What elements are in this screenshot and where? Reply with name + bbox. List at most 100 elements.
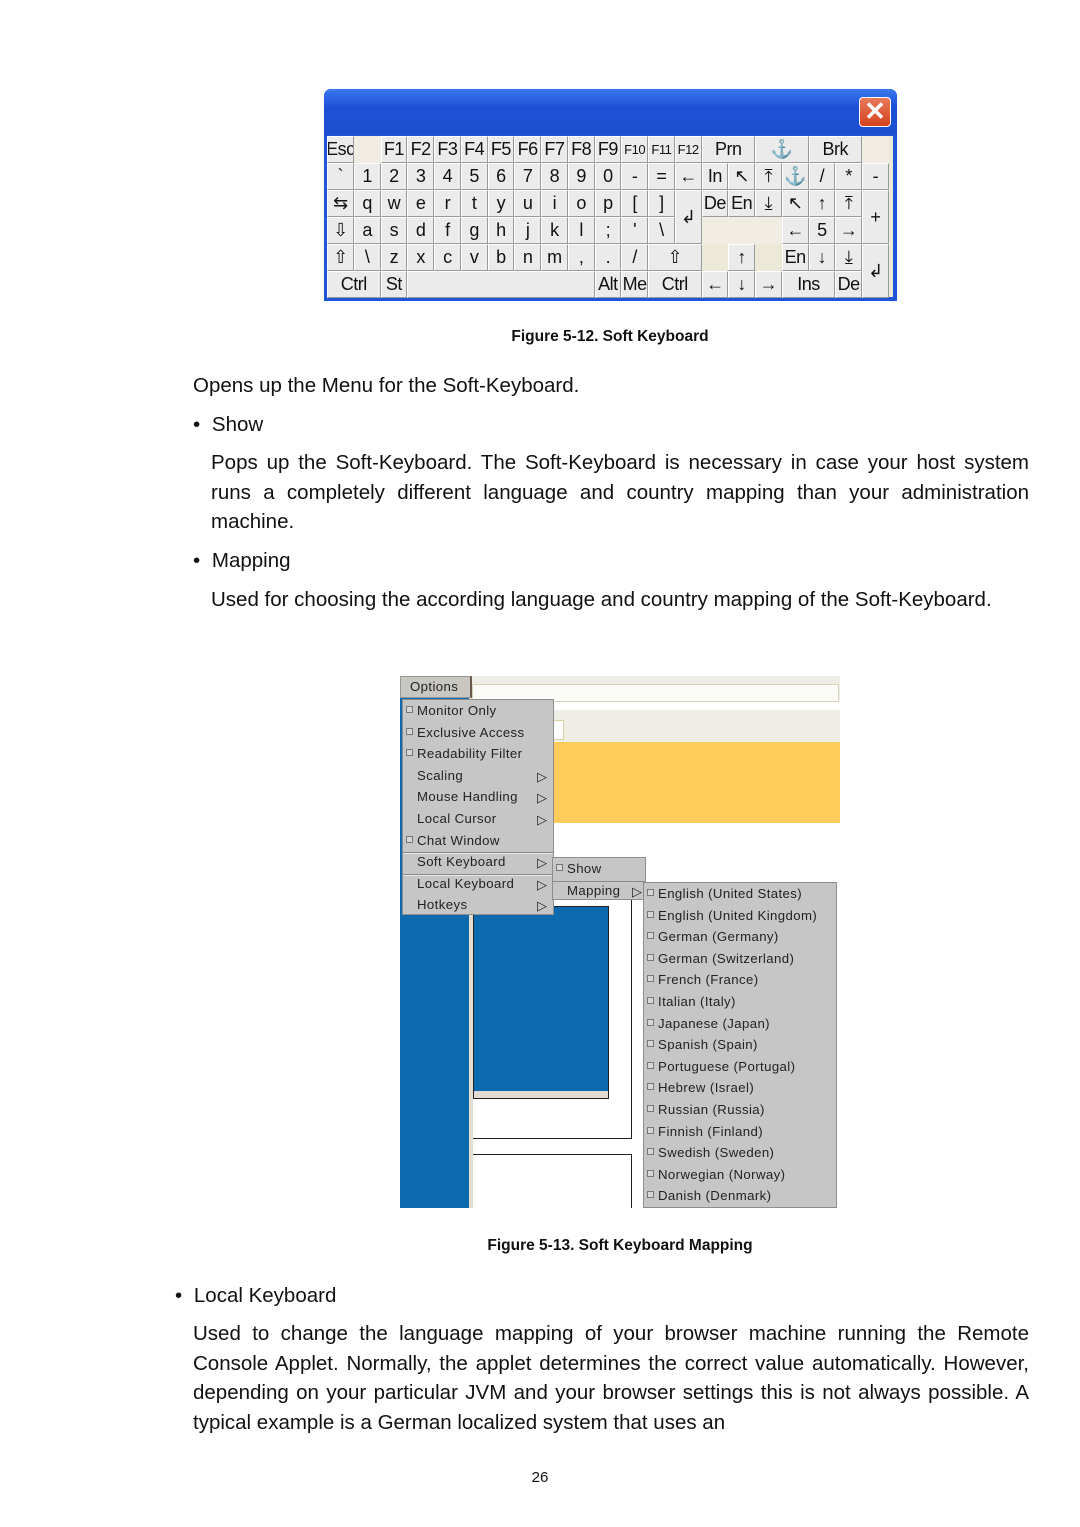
- key-f11[interactable]: F11: [648, 136, 675, 163]
- key-sym13[interactable]: ↑: [728, 244, 755, 271]
- menu-item-russian-russia[interactable]: Russian (Russia): [647, 1102, 765, 1117]
- key-sym20[interactable]: -: [862, 163, 889, 190]
- key-q[interactable]: q: [353, 190, 381, 217]
- key-ins[interactable]: Ins: [781, 271, 836, 298]
- key-x[interactable]: x: [407, 244, 434, 271]
- options-menu-button[interactable]: Options: [400, 676, 472, 698]
- menu-item-japanese-japan[interactable]: Japanese (Japan): [647, 1016, 770, 1031]
- key-esc[interactable]: Esc: [327, 136, 354, 163]
- key-in[interactable]: In: [701, 163, 729, 190]
- key-sym11[interactable]: -: [621, 163, 648, 190]
- key-sym9[interactable]: ,: [567, 244, 595, 271]
- key-sym16[interactable]: ⤒: [755, 163, 782, 190]
- key-r[interactable]: r: [434, 190, 461, 217]
- key-e[interactable]: e: [407, 190, 434, 217]
- key-f7[interactable]: F7: [541, 136, 568, 163]
- key-sym0[interactable]: ⇆: [327, 190, 354, 217]
- key-sym20[interactable]: +: [862, 190, 889, 244]
- menu-item-mapping[interactable]: Mapping: [556, 883, 620, 898]
- window-title-bar[interactable]: [324, 89, 897, 135]
- key-c[interactable]: c: [434, 244, 461, 271]
- menu-item-hotkeys[interactable]: Hotkeys: [406, 897, 467, 912]
- key-en[interactable]: En: [781, 244, 809, 271]
- menu-item-danish-denmark[interactable]: Danish (Denmark): [647, 1188, 771, 1203]
- key-2[interactable]: 2: [380, 163, 408, 190]
- key-9[interactable]: 9: [567, 163, 595, 190]
- key-y[interactable]: y: [487, 190, 515, 217]
- key-sym12[interactable]: ]: [648, 190, 675, 217]
- key-sym13[interactable]: ←: [674, 163, 702, 190]
- key-sym0[interactable]: `: [327, 163, 354, 190]
- key-5[interactable]: 5: [808, 217, 836, 244]
- menu-item-swedish-sweden[interactable]: Swedish (Sweden): [647, 1145, 774, 1160]
- menu-item-monitor-only[interactable]: Monitor Only: [406, 703, 497, 718]
- key-a[interactable]: a: [353, 217, 381, 244]
- key-f8[interactable]: F8: [567, 136, 595, 163]
- menu-item-norwegian-norway[interactable]: Norwegian (Norway): [647, 1167, 785, 1182]
- key-sym19[interactable]: ⤒: [835, 190, 862, 217]
- key-ctrl[interactable]: Ctrl: [327, 271, 381, 298]
- menu-item-german-germany[interactable]: German (Germany): [647, 929, 779, 944]
- key-sym11[interactable]: /: [621, 244, 648, 271]
- key-en[interactable]: En: [728, 190, 755, 217]
- menu-item-spanish-spain[interactable]: Spanish (Spain): [647, 1037, 758, 1052]
- key-alt[interactable]: Alt: [594, 271, 622, 298]
- key-sym8[interactable]: ↓: [728, 271, 755, 298]
- key-sym7[interactable]: ←: [701, 271, 729, 298]
- menu-item-english-united-states[interactable]: English (United States): [647, 886, 802, 901]
- key-sym0[interactable]: ⇧: [327, 244, 354, 271]
- key-brk[interactable]: Brk: [808, 136, 862, 163]
- menu-item-italian-italy[interactable]: Italian (Italy): [647, 994, 736, 1009]
- key-sym13[interactable]: ↲: [674, 190, 702, 244]
- menu-item-exclusive-access[interactable]: Exclusive Access: [406, 725, 525, 740]
- key-space[interactable]: [407, 271, 595, 298]
- close-button[interactable]: ✕: [859, 97, 891, 127]
- key-sym1[interactable]: \: [353, 244, 381, 271]
- key-prn[interactable]: Prn: [701, 136, 755, 163]
- menu-item-english-united-kingdom[interactable]: English (United Kingdom): [647, 908, 817, 923]
- key-n[interactable]: n: [514, 244, 541, 271]
- key-3[interactable]: 3: [407, 163, 434, 190]
- key-6[interactable]: 6: [487, 163, 515, 190]
- key-0[interactable]: 0: [594, 163, 622, 190]
- key-l[interactable]: l: [567, 217, 595, 244]
- menu-item-german-switzerland[interactable]: German (Switzerland): [647, 951, 794, 966]
- key-f6[interactable]: F6: [514, 136, 541, 163]
- key-sym15[interactable]: ↓: [808, 244, 836, 271]
- key-sym9[interactable]: →: [755, 271, 782, 298]
- key-de[interactable]: De: [835, 271, 862, 298]
- key-sym11[interactable]: [: [621, 190, 648, 217]
- key-z[interactable]: z: [380, 244, 408, 271]
- menu-item-readability-filter[interactable]: Readability Filter: [406, 746, 522, 761]
- menu-item-mouse-handling[interactable]: Mouse Handling: [406, 789, 518, 804]
- key-g[interactable]: g: [460, 217, 488, 244]
- menu-item-soft-keyboard[interactable]: Soft Keyboard: [406, 854, 506, 869]
- key-f12[interactable]: F12: [674, 136, 702, 163]
- key-sym17[interactable]: ↲: [862, 244, 889, 298]
- key-sym15[interactable]: ↖: [728, 163, 755, 190]
- key-f10[interactable]: F10: [621, 136, 648, 163]
- menu-item-show[interactable]: Show: [556, 861, 602, 876]
- key-5[interactable]: 5: [460, 163, 488, 190]
- key-8[interactable]: 8: [541, 163, 568, 190]
- key-sym15[interactable]: ⚓: [755, 136, 809, 163]
- key-sym19[interactable]: *: [835, 163, 862, 190]
- key-i[interactable]: i: [541, 190, 568, 217]
- key-me[interactable]: Me: [621, 271, 648, 298]
- key-sym16[interactable]: →: [835, 217, 862, 244]
- key-f5[interactable]: F5: [487, 136, 515, 163]
- key-t[interactable]: t: [460, 190, 488, 217]
- key-sym18[interactable]: /: [808, 163, 836, 190]
- key-sym17[interactable]: ⚓: [781, 163, 809, 190]
- key-sym10[interactable]: .: [594, 244, 622, 271]
- key-p[interactable]: p: [594, 190, 622, 217]
- key-o[interactable]: o: [567, 190, 595, 217]
- key-j[interactable]: j: [514, 217, 541, 244]
- menu-item-local-keyboard[interactable]: Local Keyboard: [406, 876, 514, 891]
- key-f4[interactable]: F4: [460, 136, 488, 163]
- key-ctrl[interactable]: Ctrl: [648, 271, 702, 298]
- key-v[interactable]: v: [460, 244, 488, 271]
- menu-item-hebrew-israel[interactable]: Hebrew (Israel): [647, 1080, 754, 1095]
- key-sym12[interactable]: \: [648, 217, 675, 244]
- key-sym11[interactable]: ': [621, 217, 648, 244]
